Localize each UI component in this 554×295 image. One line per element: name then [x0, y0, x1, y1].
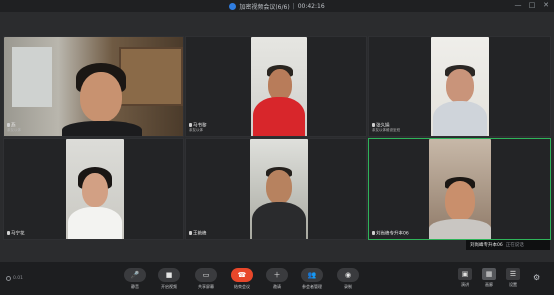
record-icon: ◉	[337, 268, 359, 282]
close-button[interactable]: ✕	[542, 1, 550, 9]
window-titlebar: 加密视频会议(6/6) | 00:42:16 — □ ✕	[0, 0, 554, 12]
participant-nameplate: 张久娟 亲友以体维设坐班	[372, 122, 400, 134]
participant-org: 亲友以体	[189, 128, 203, 132]
mic-icon: 🎤	[124, 268, 146, 282]
minimize-button[interactable]: —	[514, 1, 522, 9]
speaker-view-button[interactable]: ▣ 演讲	[455, 268, 475, 288]
meeting-timer: 00:42:16	[297, 2, 325, 10]
participant-org: 亲友以体维设坐班	[372, 128, 400, 132]
mic-icon	[189, 230, 192, 235]
participant-video	[251, 37, 307, 136]
video-grid: 燕 亲友以体 马书黎 亲友以体 张久娟 亲友以体维设坐班 马宁花 王艳峰 刘尚峰…	[3, 36, 551, 240]
video-toggle-button[interactable]: ■ 开启视频	[155, 268, 183, 290]
participant-nameplate: 马宁花	[7, 230, 25, 236]
network-status: 0.01	[6, 276, 23, 281]
end-meeting-button[interactable]: ☎ 结束会议	[228, 268, 256, 290]
participant-tile[interactable]: 马书黎 亲友以体	[185, 36, 367, 137]
mic-icon	[372, 230, 375, 235]
mute-button[interactable]: 🎤 静音	[121, 268, 149, 290]
gallery-view-icon: ▦	[482, 268, 496, 280]
invite-button[interactable]: ＋ 邀请	[263, 268, 291, 290]
participant-tile[interactable]: 燕 亲友以体	[3, 36, 184, 137]
participant-org: 亲友以体	[7, 128, 21, 132]
participants-label: 参会者管理	[302, 284, 322, 289]
participant-tile[interactable]: 张久娟 亲友以体维设坐班	[368, 36, 551, 137]
window-controls: — □ ✕	[514, 1, 550, 9]
active-speaker-status: 正在说话	[505, 243, 524, 248]
video-toggle-label: 开启视频	[161, 284, 177, 289]
participant-nameplate: 燕 亲友以体	[7, 122, 21, 134]
mute-label: 静音	[131, 284, 139, 289]
bookshelf	[119, 47, 183, 106]
mic-icon	[7, 122, 10, 127]
screen-share-icon: ▭	[195, 268, 217, 282]
mic-icon	[372, 122, 375, 127]
more-icon: ☰	[506, 268, 520, 280]
speaker-view-label: 演讲	[461, 282, 469, 287]
more-button[interactable]: ☰ 设置	[503, 268, 523, 288]
participants-icon: 👥	[301, 268, 323, 282]
participant-video	[66, 139, 124, 239]
hangup-icon: ☎	[231, 268, 253, 282]
maximize-button[interactable]: □	[528, 1, 536, 9]
participants-button[interactable]: 👥 参会者管理	[298, 268, 326, 290]
record-label: 录制	[344, 284, 352, 289]
network-icon	[6, 276, 11, 281]
participant-tile[interactable]: 马宁花	[3, 138, 184, 240]
meeting-title: 加密视频会议(6/6)	[239, 3, 290, 11]
participant-name: 刘尚峰专升本06	[376, 231, 409, 236]
title-separator: |	[292, 2, 295, 10]
invite-icon: ＋	[266, 268, 288, 282]
participant-video	[429, 139, 491, 239]
participant-tile[interactable]: 王艳峰	[185, 138, 367, 240]
participant-tile-active-speaker[interactable]: 刘尚峰专升本06	[368, 138, 551, 240]
mic-icon	[189, 122, 192, 127]
gallery-view-button[interactable]: ▦ 画廊	[479, 268, 499, 288]
more-label: 设置	[509, 282, 517, 287]
invite-label: 邀请	[273, 284, 281, 289]
participant-nameplate: 刘尚峰专升本06	[372, 230, 409, 236]
gallery-view-label: 画廊	[485, 282, 493, 287]
speaker-view-icon: ▣	[458, 268, 472, 280]
window-light	[12, 47, 52, 107]
active-speaker-indicator: 刘尚峰专升本06 正在说话	[466, 240, 550, 250]
meeting-toolbar: 0.01 🎤 静音 ■ 开启视频 ▭ 共享屏幕 ☎ 结束会议 ＋ 邀请 👥 参会…	[0, 262, 554, 295]
participant-name: 马宁花	[11, 231, 25, 236]
network-status-text: 0.01	[13, 276, 24, 281]
participant-video	[4, 37, 183, 136]
participant-name: 王艳峰	[193, 231, 207, 236]
participant-nameplate: 王艳峰	[189, 230, 207, 236]
end-meeting-label: 结束会议	[234, 284, 250, 289]
share-screen-label: 共享屏幕	[198, 284, 214, 289]
participant-nameplate: 马书黎 亲友以体	[189, 122, 207, 134]
share-screen-button[interactable]: ▭ 共享屏幕	[192, 268, 220, 290]
settings-icon[interactable]: ⚙	[533, 273, 540, 282]
active-speaker-name: 刘尚峰专升本06	[470, 243, 503, 248]
encrypted-meeting-icon	[229, 2, 237, 10]
record-button[interactable]: ◉ 录制	[334, 268, 362, 290]
participant-video	[431, 37, 489, 136]
camera-icon: ■	[158, 268, 180, 282]
participant-video	[250, 139, 308, 239]
mic-icon	[7, 230, 10, 235]
